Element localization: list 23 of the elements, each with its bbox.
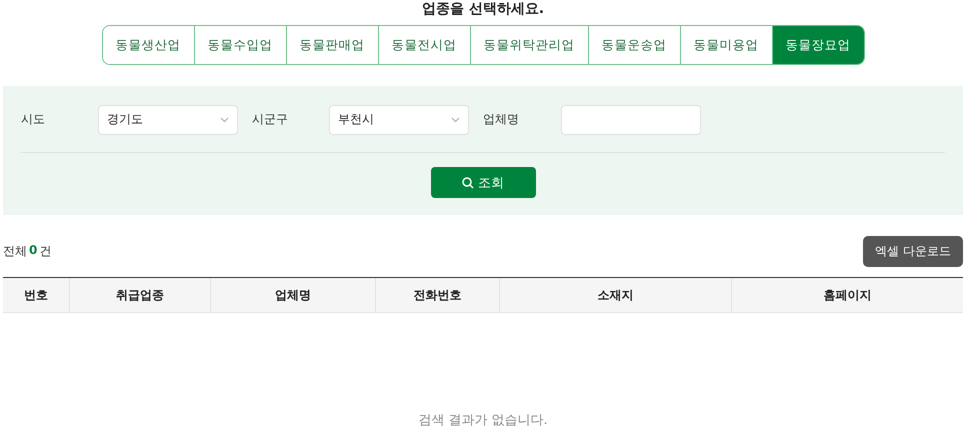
dropdown[interactable]: 경기도 bbox=[98, 104, 238, 134]
column-header: 소재지 bbox=[499, 278, 731, 313]
chevron-icon bbox=[451, 116, 460, 122]
search-icon bbox=[462, 176, 474, 188]
column-header: 번호 bbox=[3, 278, 69, 313]
chevron-icon bbox=[220, 116, 229, 122]
total-count: 0 bbox=[29, 243, 38, 259]
column-header: 전화번호 bbox=[375, 278, 499, 313]
total-unit: 건 bbox=[39, 243, 52, 260]
total-label: 전체 bbox=[3, 243, 27, 260]
search-button[interactable]: 조회 bbox=[430, 167, 536, 198]
field-label: 업체명 bbox=[483, 111, 520, 128]
dropdown[interactable]: 부천시 bbox=[329, 104, 469, 134]
category-tab[interactable]: 동물장묘업 bbox=[772, 26, 864, 64]
column-header: 취급업종 bbox=[69, 278, 210, 313]
column-header: 업체명 bbox=[210, 278, 375, 313]
excel-download-button[interactable]: 엑셀 다운로드 bbox=[863, 236, 963, 267]
field-label: 시도 bbox=[21, 111, 46, 128]
input-field[interactable] bbox=[561, 104, 701, 134]
page-title: 업종을 선택하세요. bbox=[420, 0, 546, 19]
field-label: 시군구 bbox=[252, 111, 289, 128]
column-header: 홈페이지 bbox=[731, 278, 963, 313]
empty-message: 검색 결과가 없습니다. bbox=[417, 412, 549, 429]
